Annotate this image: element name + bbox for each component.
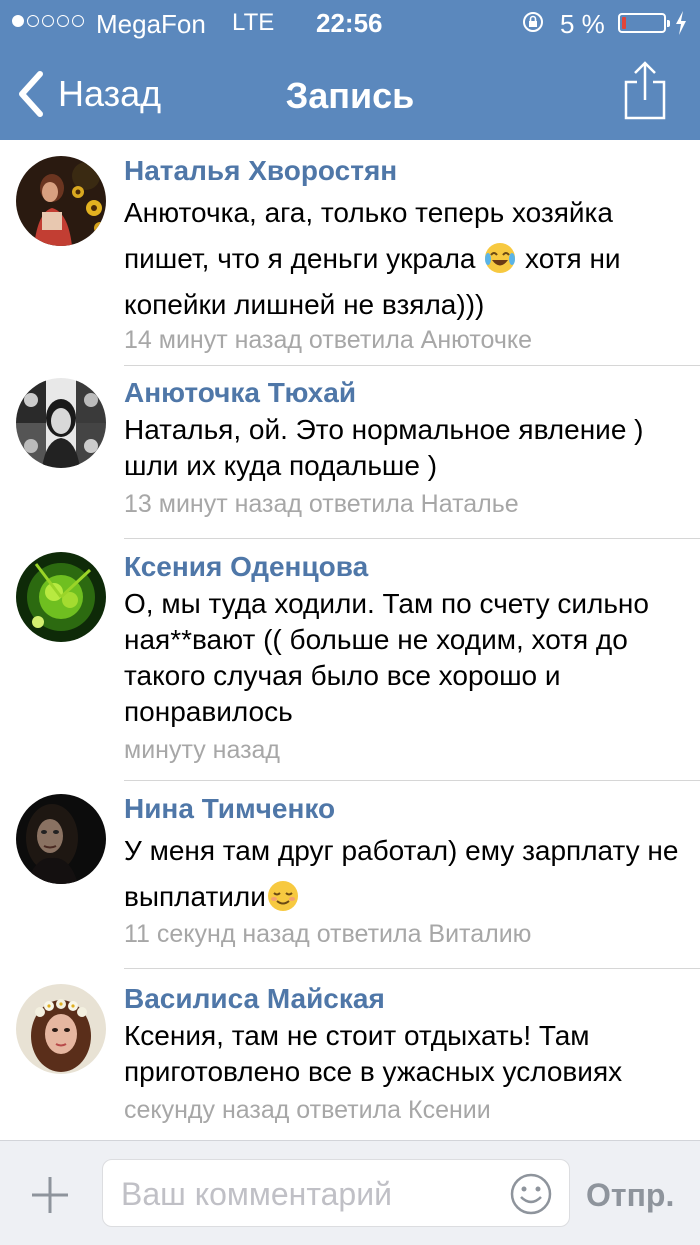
comment-author[interactable]: Ксения Оденцова [124, 550, 686, 584]
comment-author[interactable]: Анюточка Тюхай [124, 376, 686, 410]
battery-percent: 5 % [560, 9, 605, 39]
comment-item: Нина Тимченко У меня там друг работал) е… [0, 792, 700, 962]
comment-author[interactable]: Василиса Майская [124, 982, 686, 1016]
comment-meta: 14 минут назад ответила Анюточке [124, 326, 533, 354]
send-button[interactable]: Отпр. [586, 1177, 674, 1214]
share-icon[interactable] [620, 60, 670, 122]
divider [124, 538, 700, 539]
clock: 22:56 [316, 8, 383, 38]
avatar[interactable] [16, 984, 106, 1074]
divider [124, 365, 700, 366]
crying-laughing-emoji-icon [485, 243, 516, 273]
comment-meta: секунду назад ответила Ксении [124, 1096, 491, 1124]
rotation-lock-icon [523, 12, 543, 32]
comment-author[interactable]: Наталья Хворостян [124, 154, 686, 188]
comment-item: Наталья Хворостян Анюточка, ага, только … [0, 154, 700, 364]
comment-input[interactable] [119, 1170, 503, 1218]
comment-meta: минуту назад [124, 736, 281, 764]
comment-input-box [102, 1159, 570, 1227]
comment-meta: 11 секунд назад ответила Виталию [124, 920, 532, 948]
comment-meta: 13 минут назад ответила Наталье [124, 490, 519, 518]
battery-icon [618, 13, 670, 33]
comment-text: Наталья, ой. Это нормальное явление ) шл… [124, 414, 644, 481]
network-type: LTE [232, 9, 275, 36]
smiley-icon[interactable] [509, 1172, 553, 1216]
top-bar: MegaFon LTE 22:56 5 % Назад Запись [0, 0, 700, 140]
carrier-name: MegaFon [96, 9, 206, 39]
page-title: Запись [285, 75, 415, 116]
comment-item: Василиса Майская Ксения, там не стоит от… [0, 982, 700, 1140]
navigation-bar: Назад Запись [0, 48, 700, 140]
avatar[interactable] [16, 378, 106, 468]
status-bar: MegaFon LTE 22:56 5 % [0, 0, 700, 48]
avatar[interactable] [16, 156, 106, 246]
comment-composer: Отпр. [0, 1140, 700, 1245]
add-attachment-icon[interactable] [30, 1175, 70, 1215]
divider [124, 780, 700, 781]
comments-list[interactable]: Наталья Хворостян Анюточка, ага, только … [0, 140, 700, 1140]
comment-text: У меня там друг работал) ему зарплату не… [124, 835, 679, 912]
comment-text: Ксения, там не стоит отдыхать! Там приго… [124, 1020, 623, 1087]
relieved-face-emoji-icon [267, 881, 298, 911]
comment-text: О, мы туда ходили. Там по счету сильно н… [124, 588, 649, 727]
avatar[interactable] [16, 794, 106, 884]
comment-item: Ксения Оденцова О, мы туда ходили. Там п… [0, 550, 700, 770]
divider [124, 968, 700, 969]
avatar[interactable] [16, 552, 106, 642]
signal-strength-icon [12, 15, 84, 27]
comment-author[interactable]: Нина Тимченко [124, 792, 686, 826]
comment-item: Анюточка Тюхай Наталья, ой. Это нормальн… [0, 376, 700, 536]
charging-bolt-icon [676, 11, 686, 35]
comment-text: Анюточка, ага, только теперь хозяйка пиш… [124, 197, 621, 320]
